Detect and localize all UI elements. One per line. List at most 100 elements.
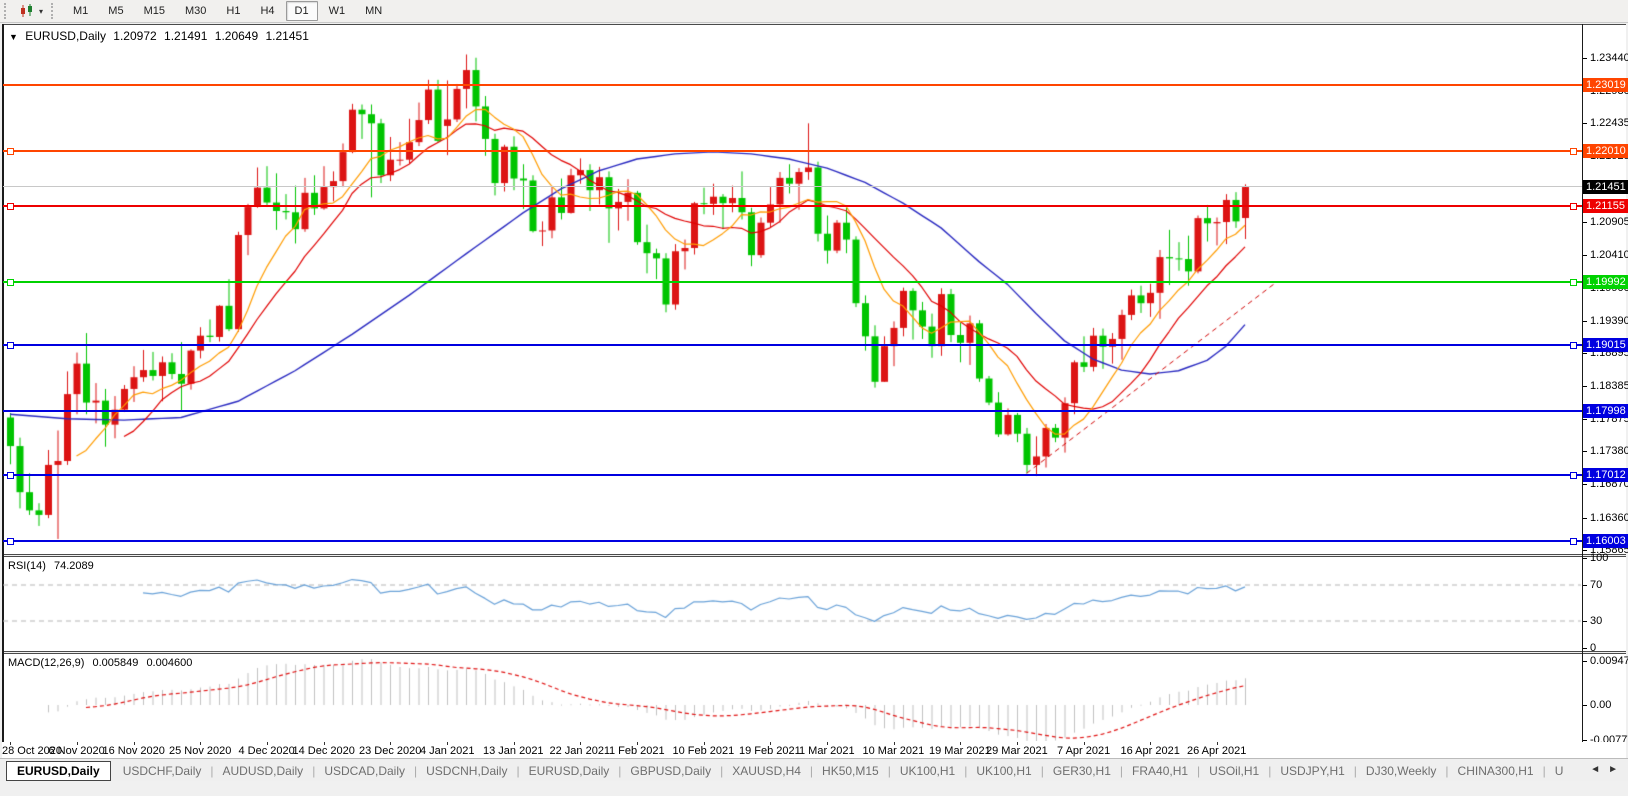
date-tick-label: 25 Nov 2020 (169, 745, 231, 757)
ohlc-high: 1.21491 (164, 29, 207, 43)
line-handle[interactable] (1570, 538, 1577, 545)
rsi-tick-label: 100 (1590, 552, 1608, 564)
timeframe-button-m30[interactable]: M30 (176, 1, 215, 21)
horizontal-level-line[interactable] (3, 474, 1582, 476)
chart-title: ▼ EURUSD,Daily 1.20972 1.21491 1.20649 1… (9, 29, 313, 43)
timeframe-button-h1[interactable]: H1 (217, 1, 249, 21)
line-handle[interactable] (7, 472, 14, 479)
date-tick-label: 13 Jan 2021 (483, 745, 544, 757)
chart-tab-xauusd-h4[interactable]: XAUUSD,H4 (723, 762, 810, 780)
chart-tab-gbpusd-daily[interactable]: GBPUSD,Daily (621, 762, 720, 780)
chart-tab-uk100-h1[interactable]: UK100,H1 (967, 762, 1040, 780)
level-price-badge: 1.19015 (1583, 338, 1628, 352)
date-tick-label: 23 Dec 2020 (359, 745, 421, 757)
chart-type-button[interactable]: ▾ (16, 2, 47, 20)
chart-tab-usdcnh-daily[interactable]: USDCNH,Daily (417, 762, 516, 780)
horizontal-level-line[interactable] (3, 84, 1582, 86)
symbol-dropdown-icon[interactable]: ▼ (9, 32, 18, 42)
timeframe-button-h4[interactable]: H4 (251, 1, 283, 21)
chart-tab-ger30-h1[interactable]: GER30,H1 (1044, 762, 1120, 780)
line-handle[interactable] (7, 203, 14, 210)
horizontal-level-line[interactable] (3, 540, 1582, 542)
chart-tab-eurusd-daily[interactable]: EURUSD,Daily (6, 761, 111, 781)
rsi-tick-mark (1583, 585, 1587, 586)
rsi-tick-label: 70 (1590, 579, 1602, 591)
trading-terminal-window: { "toolbar": { "timeframes": ["M1","M5",… (0, 0, 1628, 796)
chart-tab-usdcad-daily[interactable]: USDCAD,Daily (315, 762, 414, 780)
horizontal-level-line[interactable] (3, 150, 1582, 152)
chart-tab-uk100-h1[interactable]: UK100,H1 (891, 762, 964, 780)
toolbar-grip[interactable] (51, 3, 58, 19)
line-handle[interactable] (7, 279, 14, 286)
line-handle[interactable] (1570, 472, 1577, 479)
chart-tab-usoil-h1[interactable]: USOil,H1 (1200, 762, 1268, 780)
rsi-value: 74.2089 (54, 560, 94, 572)
chart-tab-hk50-m15[interactable]: HK50,M15 (813, 762, 888, 780)
level-price-badge: 1.17998 (1583, 404, 1628, 418)
horizontal-level-line[interactable] (3, 205, 1582, 207)
timeframe-buttons: M1M5M15M30H1H4D1W1MN (63, 1, 392, 21)
ohlc-close: 1.21451 (266, 29, 309, 43)
chart-symbol-label: EURUSD,Daily (25, 29, 106, 43)
horizontal-level-line[interactable] (3, 410, 1582, 412)
chart-tab-china300-h1[interactable]: CHINA300,H1 (1449, 762, 1543, 780)
macd-tick-mark (1583, 740, 1587, 741)
chart-tab-fra40-h1[interactable]: FRA40,H1 (1123, 762, 1197, 780)
ohlc-open: 1.20972 (113, 29, 156, 43)
status-strip (0, 781, 1628, 796)
line-handle[interactable] (1570, 148, 1577, 155)
price-tick-label: 1.20410 (1590, 249, 1628, 261)
rsi-canvas[interactable] (3, 557, 1582, 650)
timeframe-button-m1[interactable]: M1 (64, 1, 97, 21)
level-price-badge: 1.17012 (1583, 468, 1628, 482)
current-price-line[interactable] (3, 186, 1582, 187)
level-price-badge: 1.16003 (1583, 534, 1628, 548)
date-tick-label: 29 Mar 2021 (986, 745, 1048, 757)
macd-tick-mark (1583, 705, 1587, 706)
date-tick-label: 1 Feb 2021 (609, 745, 665, 757)
line-handle[interactable] (7, 538, 14, 545)
date-tick-label: 1 Mar 2021 (799, 745, 855, 757)
timeframe-button-w1[interactable]: W1 (320, 1, 355, 21)
timeframe-button-m5[interactable]: M5 (99, 1, 132, 21)
toolbar-grip[interactable] (4, 3, 11, 19)
macd-tick-mark (1583, 661, 1587, 662)
horizontal-level-line[interactable] (3, 281, 1582, 283)
tab-scroll-arrows: ◄ ► (1582, 759, 1626, 780)
chart-tab-audusd-daily[interactable]: AUDUSD,Daily (214, 762, 313, 780)
line-handle[interactable] (1570, 203, 1577, 210)
horizontal-level-line[interactable] (3, 344, 1582, 346)
chart-tab-usdchf-daily[interactable]: USDCHF,Daily (114, 762, 211, 780)
timeframe-button-m15[interactable]: M15 (135, 1, 174, 21)
line-handle[interactable] (7, 148, 14, 155)
price-tick-label: 1.20905 (1590, 216, 1628, 228)
chart-tab-u[interactable]: U (1546, 762, 1573, 780)
macd-name: MACD(12,26,9) (8, 657, 84, 669)
price-tick-mark (1583, 550, 1587, 551)
line-handle[interactable] (7, 342, 14, 349)
date-tick-label: 22 Jan 2021 (550, 745, 611, 757)
price-tick-mark (1583, 353, 1587, 354)
macd-canvas[interactable] (3, 654, 1582, 741)
price-tick-label: 1.22435 (1590, 117, 1628, 129)
price-tick-label: 1.19390 (1590, 315, 1628, 327)
tab-scroll-right-icon[interactable]: ► (1608, 764, 1618, 775)
chart-tab-usdjpy-h1[interactable]: USDJPY,H1 (1271, 762, 1353, 780)
timeframe-button-mn[interactable]: MN (356, 1, 391, 21)
line-handle[interactable] (1570, 342, 1577, 349)
date-tick-label: 19 Mar 2021 (929, 745, 991, 757)
price-tick-mark (1583, 222, 1587, 223)
date-tick-label: 6 Nov 2020 (49, 745, 105, 757)
current-price-badge: 1.21451 (1583, 180, 1628, 194)
rsi-tick-label: 30 (1590, 615, 1602, 627)
date-tick-label: 7 Apr 2021 (1057, 745, 1110, 757)
tab-scroll-left-icon[interactable]: ◄ (1590, 764, 1600, 775)
chart-tab-dj30-weekly[interactable]: DJ30,Weekly (1357, 762, 1445, 780)
chart-tab-eurusd-daily[interactable]: EURUSD,Daily (520, 762, 619, 780)
price-tick-label: 1.18385 (1590, 380, 1628, 392)
line-handle[interactable] (1570, 279, 1577, 286)
rsi-tick-mark (1583, 648, 1587, 649)
timeframe-button-d1[interactable]: D1 (286, 1, 318, 21)
rsi-label: RSI(14) 74.2089 (8, 560, 99, 572)
level-price-badge: 1.19992 (1583, 275, 1628, 289)
